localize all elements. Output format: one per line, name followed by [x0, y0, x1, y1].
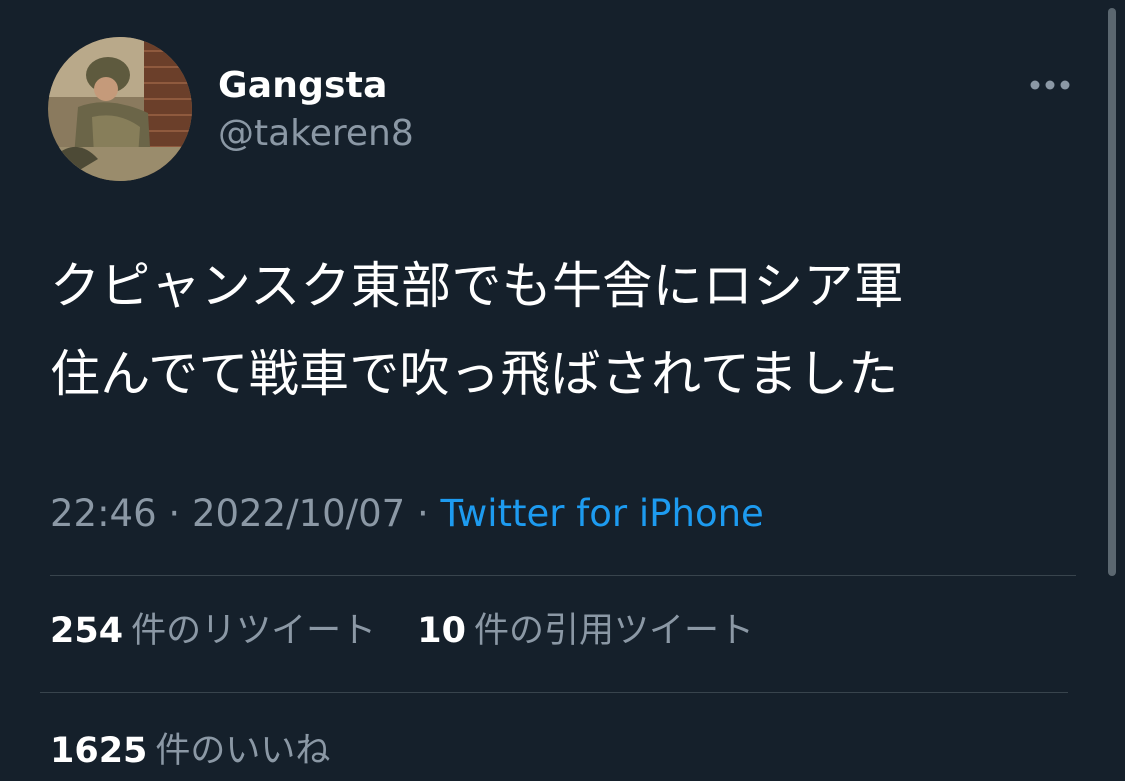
quotes-count: 10 — [417, 611, 466, 651]
retweets-count: 254 — [50, 611, 124, 651]
more-horizontal-icon[interactable] — [1026, 70, 1074, 100]
meta-separator: · — [156, 492, 192, 535]
avatar[interactable] — [48, 37, 192, 181]
divider — [40, 692, 1068, 693]
display-name[interactable]: Gangsta — [218, 64, 388, 108]
avatar-image — [48, 37, 192, 181]
tweet-meta: 22:46 · 2022/10/07 · Twitter for iPhone — [50, 490, 764, 538]
retweets-stat[interactable]: 254 件のリツイート — [50, 608, 376, 654]
user-handle[interactable]: @takeren8 — [218, 112, 414, 156]
likes-label: 件のいいね — [155, 731, 331, 771]
likes-count: 1625 — [50, 731, 148, 771]
divider — [50, 575, 1076, 576]
retweets-label: 件のリツイート — [131, 611, 377, 651]
likes-stats-row: 1625 件のいいね — [50, 728, 360, 774]
meta-separator: · — [405, 492, 441, 535]
tweet-text: クピャンスク東部でも牛舎にロシア軍 住んでて戦車で吹っ飛ばされてました — [50, 257, 905, 403]
tweet-time[interactable]: 22:46 — [50, 492, 157, 535]
quotes-label: 件の引用ツイート — [473, 611, 754, 651]
tweet-date[interactable]: 2022/10/07 — [192, 492, 405, 535]
quotes-stat[interactable]: 10 件の引用ツイート — [417, 608, 754, 654]
scrollbar[interactable] — [1108, 8, 1116, 576]
retweet-stats-row: 254 件のリツイート 10 件の引用ツイート — [50, 608, 784, 654]
likes-stat[interactable]: 1625 件のいいね — [50, 728, 330, 774]
tweet-source-link[interactable]: Twitter for iPhone — [441, 492, 764, 535]
